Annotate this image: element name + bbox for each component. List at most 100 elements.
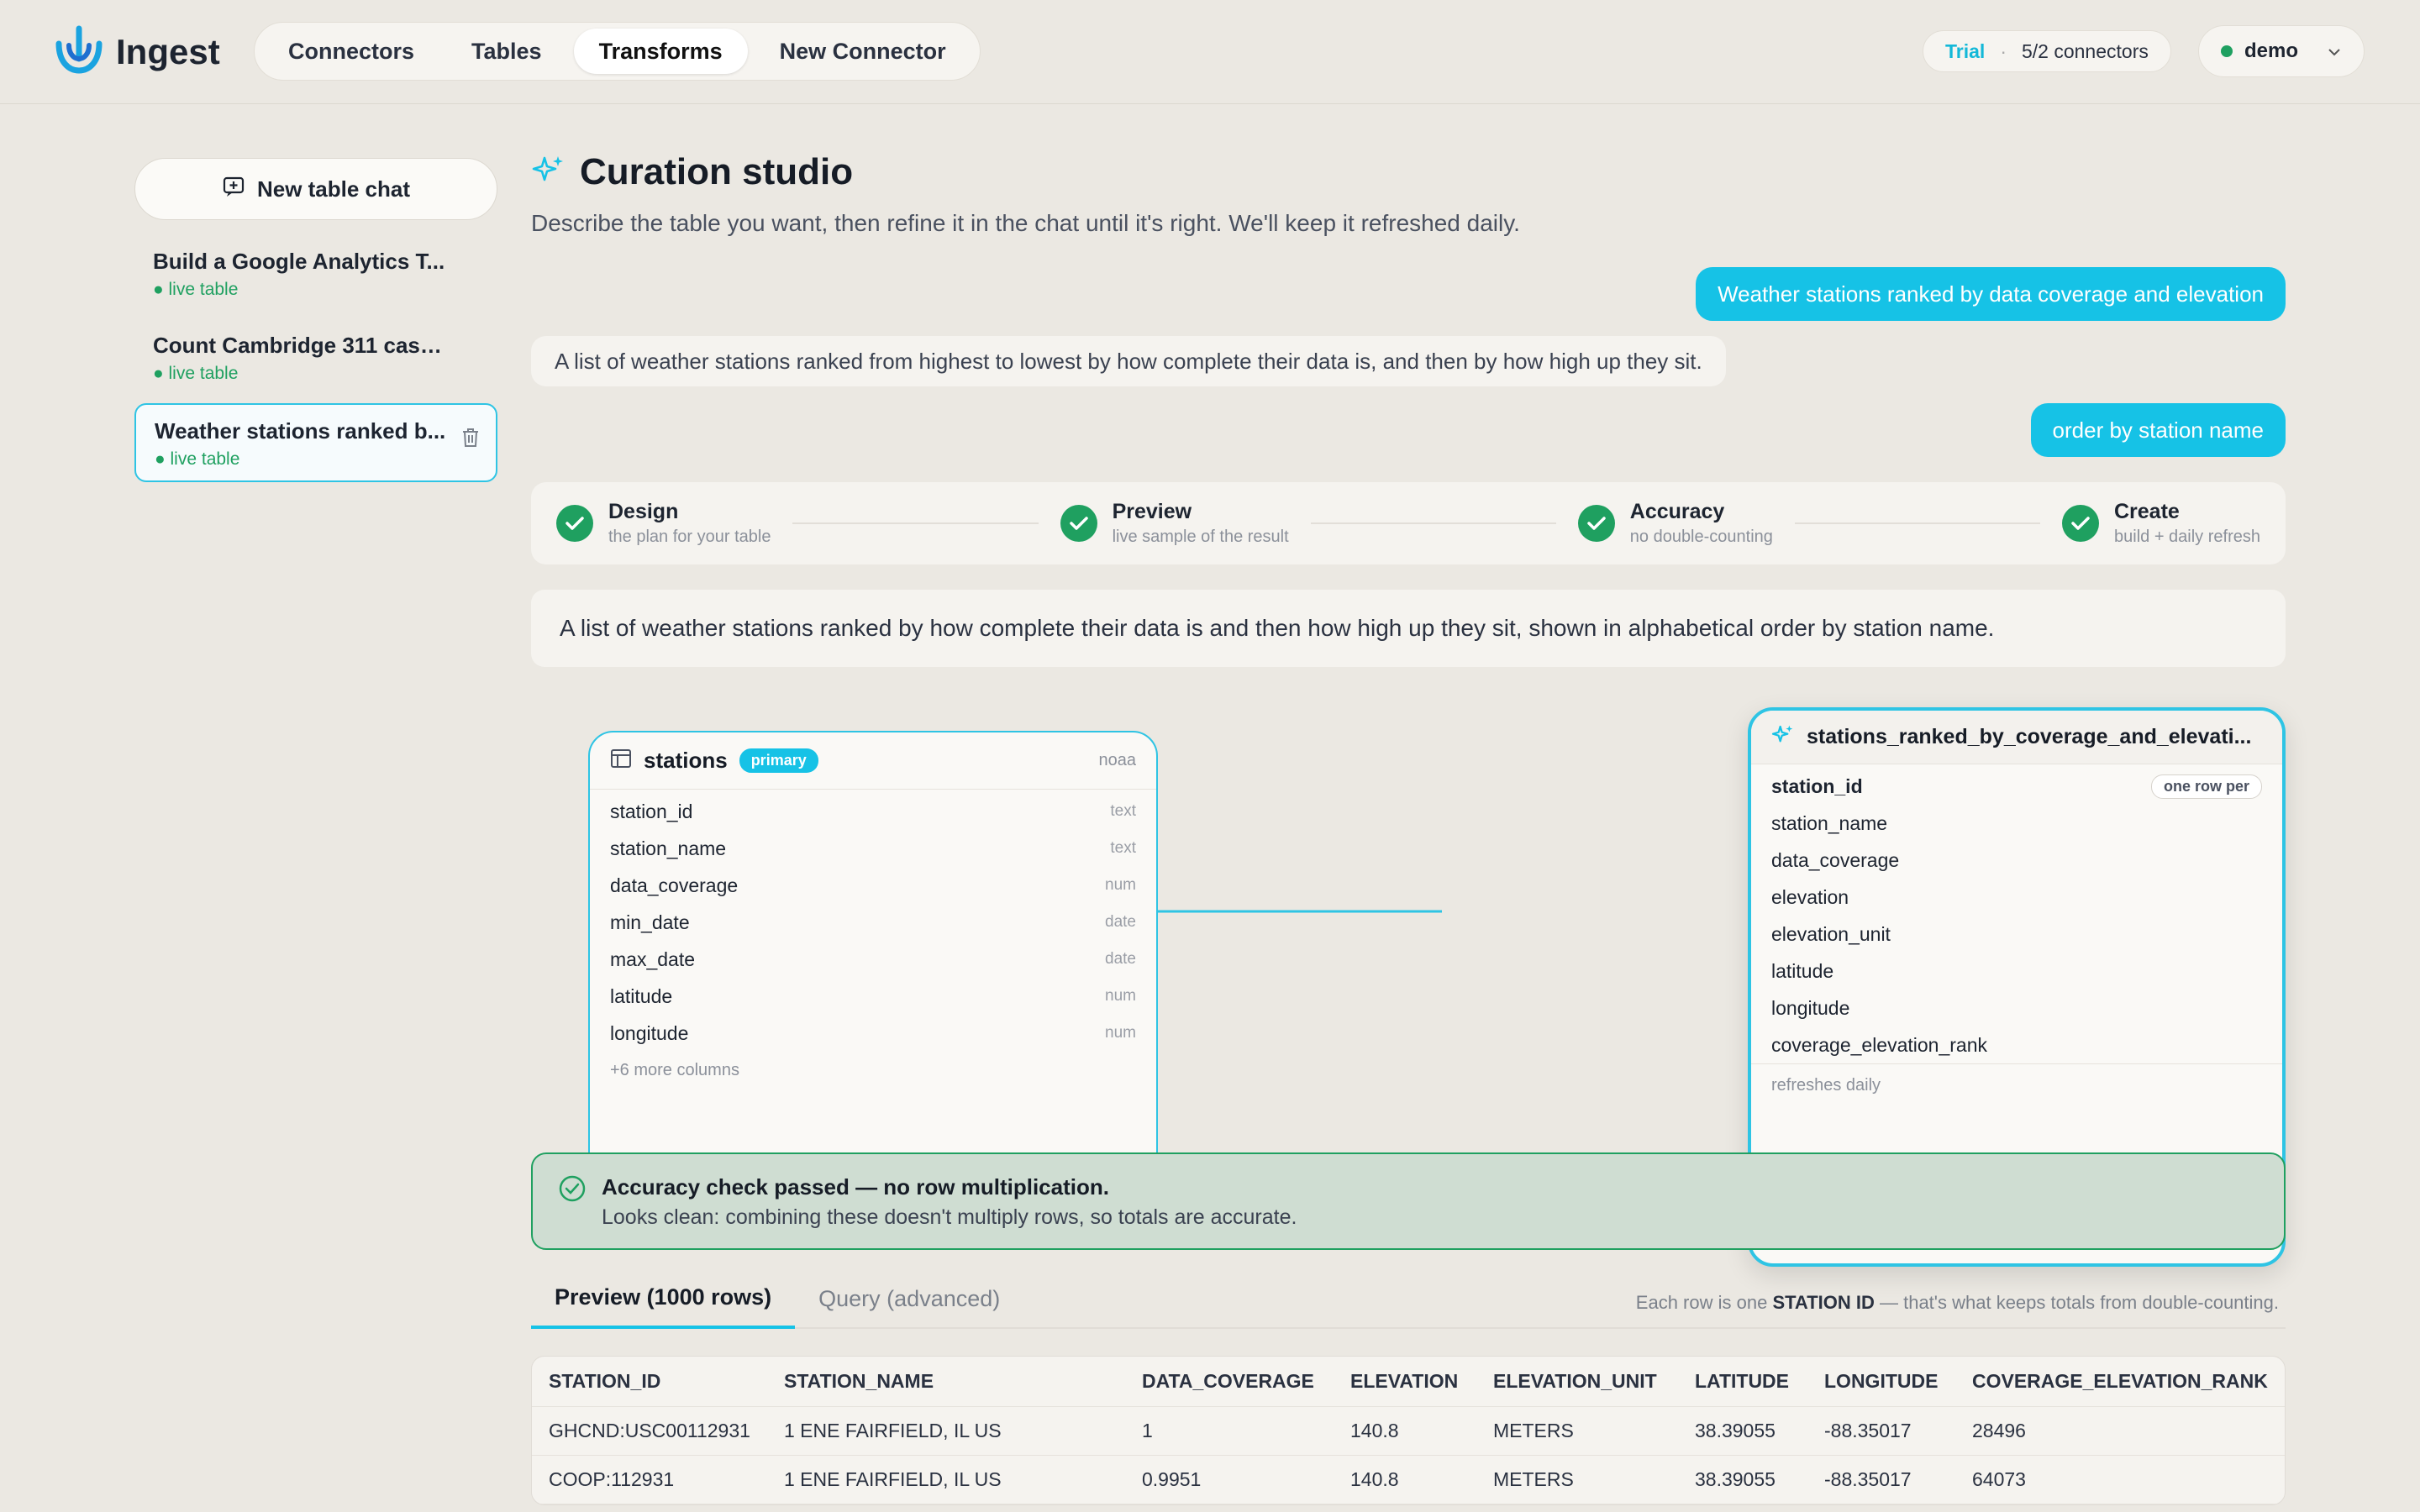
column-header[interactable]: STATION_ID (532, 1370, 767, 1393)
grain-note-prefix: Each row is one (1635, 1292, 1768, 1313)
step-subtitle: the plan for your table (608, 528, 771, 546)
column-name: coverage_elevation_rank (1771, 1033, 1988, 1056)
column-row: station_name text (590, 830, 1156, 867)
column-header[interactable]: DATA_COVERAGE (1125, 1370, 1334, 1393)
chat-item-status: ● live table (153, 364, 239, 383)
table-cell: METERS (1493, 1468, 1574, 1490)
chat-plus-icon (222, 175, 245, 204)
chat-item-title: Weather stations ranked b... (155, 418, 446, 444)
table-cell: -88.35017 (1824, 1420, 1912, 1441)
table-row[interactable]: GHCND:USC00112931 1 ENE FAIRFIELD, IL US… (532, 1407, 2285, 1456)
user-message: Weather stations ranked by data coverage… (1696, 267, 2286, 321)
top-bar: Ingest Connectors Tables Transforms New … (0, 0, 2420, 104)
user-name: demo (2244, 39, 2299, 62)
column-type: date (1105, 950, 1136, 968)
more-columns-link[interactable]: +6 more columns (590, 1052, 1156, 1089)
check-icon (1577, 505, 1615, 542)
column-row: longitude (1751, 990, 2282, 1026)
column-name: elevation_unit (1771, 922, 1891, 945)
table-cell: 38.39055 (1695, 1420, 1776, 1441)
page-title: Curation studio (580, 151, 854, 192)
column-row: coverage_elevation_rank (1751, 1026, 2282, 1063)
column-header[interactable]: COVERAGE_ELEVATION_RANK (1955, 1370, 2283, 1393)
trial-badge[interactable]: Trial · 5/2 connectors (1923, 30, 2171, 72)
grain-note: Each row is one STATION ID — that's what… (1636, 1292, 2279, 1314)
accuracy-banner: Accuracy check passed — no row multiplic… (531, 1152, 2286, 1250)
column-type: text (1110, 802, 1136, 820)
column-row: data_coverage num (590, 867, 1156, 904)
app-logo[interactable]: Ingest (54, 25, 220, 78)
grain-note-key: STATION ID (1772, 1292, 1875, 1313)
column-name: longitude (1771, 996, 1850, 1019)
refresh-note: refreshes daily (1751, 1063, 2282, 1107)
column-row: elevation (1751, 879, 2282, 916)
nav-transforms[interactable]: Transforms (573, 29, 748, 74)
check-icon (1060, 505, 1097, 542)
tab-preview[interactable]: Preview (1000 rows) (531, 1284, 796, 1329)
step-title: Preview (1112, 500, 1192, 523)
sparkle-icon (531, 153, 566, 192)
page-header: Curation studio (531, 151, 2286, 193)
source-table-name: stations (644, 748, 728, 773)
trial-label: Trial (1945, 39, 1986, 62)
result-tabs: Preview (1000 rows) Query (advanced) Eac… (531, 1277, 2286, 1329)
user-status-dot (2221, 45, 2233, 57)
table-summary: A list of weather stations ranked by how… (531, 590, 2286, 667)
app-name: Ingest (116, 31, 220, 71)
column-type: num (1105, 987, 1136, 1005)
column-header[interactable]: ELEVATION (1334, 1370, 1476, 1393)
step-create[interactable]: Create build + daily refresh (2062, 500, 2260, 547)
user-menu[interactable]: demo (2198, 25, 2365, 77)
table-cell: 140.8 (1350, 1468, 1399, 1490)
chat-item-status: ● live table (153, 280, 239, 299)
table-cell: 38.39055 (1695, 1468, 1776, 1490)
step-accuracy[interactable]: Accuracy no double-counting (1577, 500, 1773, 547)
chat-item-weather-stations[interactable]: Weather stations ranked b... ● live tabl… (134, 403, 497, 482)
user-message: order by station name (2030, 403, 2286, 457)
chat-sidebar: New table chat Build a Google Analytics … (134, 158, 497, 482)
trash-icon[interactable] (460, 427, 481, 453)
column-header[interactable]: STATION_NAME (767, 1370, 1125, 1393)
step-connector (792, 522, 1039, 524)
curation-studio: Curation studio Describe the table you w… (531, 151, 2286, 1505)
step-design[interactable]: Design the plan for your table (556, 500, 771, 547)
progress-steps: Design the plan for your table Preview liv… (531, 482, 2286, 564)
new-table-chat-button[interactable]: New table chat (134, 158, 497, 220)
column-name: station_id (1771, 774, 1863, 797)
column-row: data_coverage (1751, 842, 2282, 879)
column-row: station_name (1751, 805, 2282, 842)
step-preview[interactable]: Preview live sample of the result (1060, 500, 1289, 547)
table-cell: METERS (1493, 1420, 1574, 1441)
table-header-row: STATION_ID STATION_NAME DATA_COVERAGE EL… (532, 1357, 2285, 1407)
table-cell: 1 ENE FAIRFIELD, IL US (784, 1468, 1002, 1490)
chat-item-title: Build a Google Analytics T... (153, 249, 445, 274)
step-connector (1794, 522, 2040, 524)
column-header[interactable]: LATITUDE (1678, 1370, 1807, 1393)
column-header[interactable]: ELEVATION_UNIT (1476, 1370, 1678, 1393)
table-row[interactable]: COOP:112931 1 ENE FAIRFIELD, IL US 0.995… (532, 1456, 2285, 1504)
column-name: station_name (610, 837, 727, 859)
column-header[interactable]: LONGITUDE (1807, 1370, 1955, 1393)
table-cell: 0.9951 (1142, 1468, 1202, 1490)
check-icon (2062, 505, 2099, 542)
source-name: noaa (1098, 751, 1137, 769)
new-table-chat-label: New table chat (256, 176, 411, 202)
chat-item-google-analytics[interactable]: Build a Google Analytics T... ● live tab… (134, 235, 497, 314)
table-cell: -88.35017 (1824, 1468, 1912, 1490)
nav-connectors[interactable]: Connectors (263, 29, 439, 74)
nav-new-connector[interactable]: New Connector (755, 29, 971, 74)
assistant-message: A list of weather stations ranked from h… (531, 336, 1726, 386)
tab-query[interactable]: Query (advanced) (795, 1286, 1023, 1327)
column-row: max_date date (590, 941, 1156, 978)
column-row: station_id text (590, 793, 1156, 830)
column-row: latitude (1751, 953, 2282, 990)
output-table-name: stations_ranked_by_coverage_and_elevati.… (1807, 725, 2252, 748)
chat-item-cambridge-311[interactable]: Count Cambridge 311 case... ● live table (134, 319, 497, 398)
source-table-header: stations primary noaa (590, 732, 1156, 790)
nav-tables[interactable]: Tables (446, 29, 567, 74)
column-name: data_coverage (1771, 848, 1900, 871)
table-cell: 28496 (1972, 1420, 2026, 1441)
column-row: elevation_unit (1751, 916, 2282, 953)
sparkle-icon (1771, 723, 1795, 751)
key-pill: one row per (2150, 774, 2262, 799)
